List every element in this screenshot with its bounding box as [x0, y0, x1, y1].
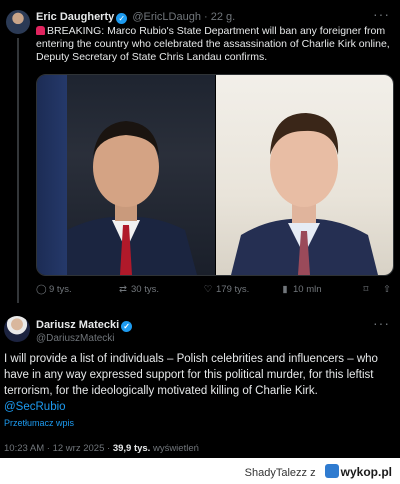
like-count: 179 tys. — [216, 284, 250, 295]
verified-badge-icon: ✓ — [116, 13, 128, 24]
mention-link[interactable]: @SecRubio — [4, 401, 66, 413]
separator-dot: · — [46, 443, 50, 454]
watermark-footer: ShadyTalezz z wykop.pl — [0, 458, 400, 484]
credit-joiner: z — [310, 467, 316, 479]
repost-button[interactable]: ⇄ 30 tys. — [118, 284, 159, 295]
reply-button[interactable]: ◯ 9 tys. — [36, 284, 72, 295]
photo-right[interactable] — [216, 75, 393, 275]
separator-dot: · — [107, 443, 111, 454]
post-time[interactable]: 22 g. — [211, 11, 235, 23]
tweet-meta: 10:23 AM · 12 wrz 2025 · 39,9 tys. wyświ… — [4, 443, 199, 454]
avatar[interactable] — [4, 316, 30, 342]
author-handle[interactable]: @DariuszMatecki — [36, 333, 115, 344]
views-count: 10 mln — [293, 284, 322, 295]
reply-icon: ◯ — [36, 284, 47, 295]
credit-user: ShadyTalezz — [244, 467, 308, 479]
photo-left[interactable] — [37, 75, 215, 275]
views-chart-icon: ▮ — [282, 284, 288, 295]
tweet-actions: ◯ 9 tys. ⇄ 30 tys. ♡ 179 tys. ▮ 10 mln ⌑ ⇧ — [36, 284, 392, 298]
post-time[interactable]: 10:23 AM — [4, 443, 44, 454]
credit-line: ShadyTalezz z wykop.pl — [245, 464, 392, 479]
bookmark-button[interactable]: ⌑ — [361, 284, 374, 295]
reply-count: 9 tys. — [49, 284, 72, 295]
siren-emoji-icon — [36, 26, 45, 35]
heart-icon: ♡ — [203, 284, 213, 295]
more-options-icon[interactable]: ··· — [373, 6, 390, 22]
verified-badge-icon: ✓ — [121, 321, 133, 332]
site-name: wykop.pl — [340, 465, 392, 479]
tweet-media[interactable] — [36, 74, 394, 276]
tweet-reply[interactable]: Dariusz Matecki ✓ @DariuszMatecki ··· I w… — [0, 303, 400, 484]
bookmark-icon: ⌑ — [363, 284, 369, 295]
share-icon: ⇧ — [383, 284, 391, 295]
views-count: 39,9 tys. — [112, 443, 151, 454]
tweet-original[interactable]: Eric Daugherty ✓ @EricLDaugh · 22 g. ··· … — [0, 0, 400, 303]
repost-count: 30 tys. — [131, 284, 159, 295]
author-name[interactable]: Dariusz Matecki — [36, 319, 119, 331]
tweet-header: Eric Daugherty ✓ @EricLDaugh · 22 g. — [36, 11, 235, 24]
repost-icon: ⇄ — [119, 284, 127, 295]
share-button[interactable]: ⇧ — [382, 284, 395, 295]
author-name[interactable]: Eric Daugherty — [36, 11, 114, 23]
tweet-body: BREAKING: Marco Rubio's State Department… — [36, 25, 390, 63]
post-date[interactable]: 12 wrz 2025 — [53, 443, 105, 454]
tweet-text: BREAKING: Marco Rubio's State Department… — [36, 25, 392, 64]
avatar[interactable] — [6, 10, 30, 34]
flag-backdrop — [37, 75, 67, 275]
site-logo: wykop.pl — [324, 464, 392, 479]
tweet-text: I will provide a list of individuals – P… — [4, 351, 396, 415]
separator-dot: · — [204, 11, 208, 23]
wykop-logo-icon — [324, 464, 339, 478]
views-label: wyświetleń — [152, 443, 199, 454]
author-handle[interactable]: @EricLDaugh — [132, 11, 201, 23]
thread-connector-line — [17, 38, 19, 303]
tweet-body: I will provide a list of individuals – P… — [4, 353, 378, 397]
more-options-icon[interactable]: ··· — [373, 315, 390, 331]
author-name-row: Dariusz Matecki ✓ — [36, 319, 134, 332]
views-button[interactable]: ▮ 10 mln — [280, 284, 322, 295]
translate-link[interactable]: Przetłumacz wpis — [4, 418, 74, 428]
person-right-illustration — [231, 113, 378, 275]
like-button[interactable]: ♡ 179 tys. — [203, 284, 250, 295]
